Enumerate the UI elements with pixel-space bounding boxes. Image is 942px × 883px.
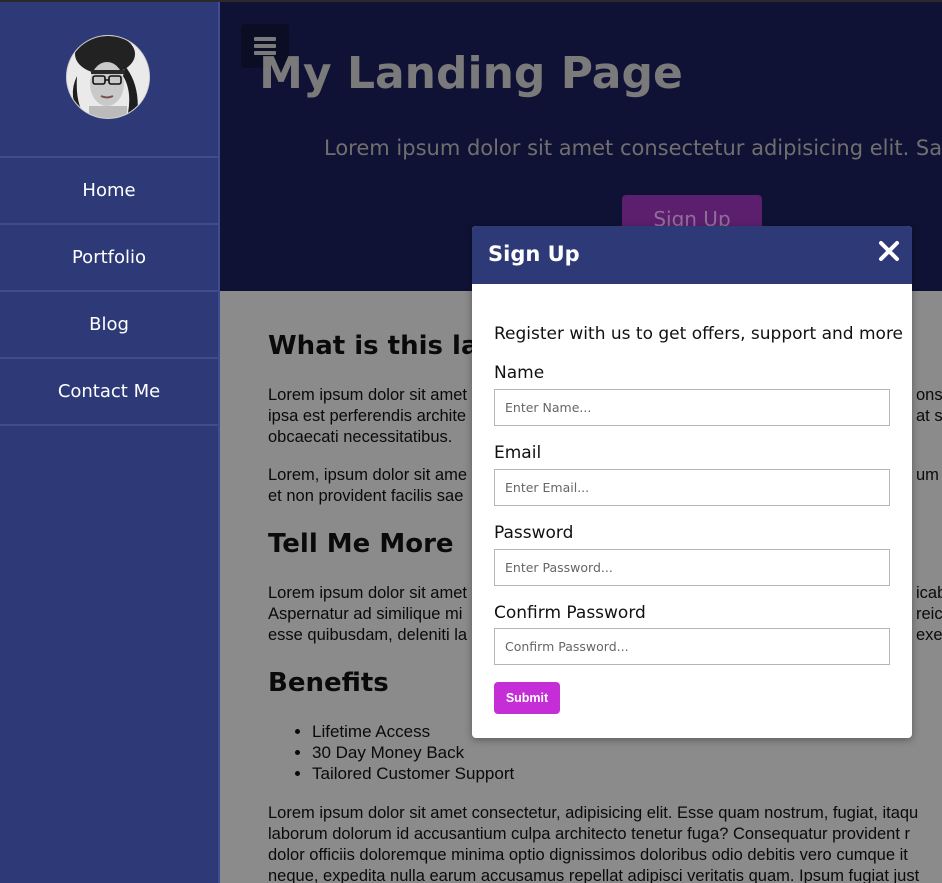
text-line: at sa: [916, 407, 942, 425]
signup-modal: Sign Up Register with us to get offers, …: [472, 226, 912, 738]
text-line: Lorem ipsum dolor sit amet: [268, 386, 467, 404]
hero-subtitle: Lorem ipsum dolor sit amet consectetur a…: [324, 136, 942, 160]
password-label: Password: [494, 523, 574, 543]
text-line: neque, expedita nulla earum accusamus re…: [268, 867, 920, 883]
text-line: ipsa est perferendis archite: [268, 407, 467, 425]
submit-button[interactable]: Submit: [494, 682, 560, 714]
section-heading-benefits: Benefits: [268, 668, 389, 698]
list-item: 30 Day Money Back: [312, 742, 514, 763]
sidebar-item-label: Portfolio: [71, 247, 147, 268]
modal-header: Sign Up: [472, 226, 912, 284]
modal-intro-text: Register with us to get offers, support …: [494, 324, 904, 344]
confirm-password-label: Confirm Password: [494, 603, 646, 623]
text-line: Aspernatur ad similique mi: [268, 605, 463, 623]
email-label: Email: [494, 443, 542, 463]
paragraph-intro-overflow: onse at sa: [916, 385, 942, 427]
text-line: um c: [916, 466, 942, 484]
page-title: My Landing Page: [259, 48, 683, 99]
text-line: Lorem ipsum dolor sit amet consectetur, …: [268, 804, 919, 822]
paragraph-third-overflow: icab reici exer: [916, 583, 942, 646]
window-top-border: [0, 0, 942, 2]
text-line: obcaecati necessitatibus.: [268, 428, 453, 446]
sidebar-item-label: Blog: [89, 314, 129, 335]
text-line: et non provident facilis sae: [268, 487, 464, 505]
close-button[interactable]: [876, 238, 902, 264]
sidebar-item-contact-me[interactable]: Contact Me: [0, 357, 218, 426]
modal-title: Sign Up: [488, 242, 580, 266]
section-heading-tell-me-more: Tell Me More: [268, 529, 454, 559]
text-line: dolor officiis doloremque minima optio d…: [268, 846, 908, 864]
text-line: icab: [916, 584, 942, 602]
name-field[interactable]: [494, 389, 890, 426]
confirm-password-field[interactable]: [494, 628, 890, 665]
text-line: reici: [916, 605, 942, 623]
text-line: exer: [916, 626, 942, 644]
list-item: Tailored Customer Support: [312, 763, 514, 784]
text-line: Lorem ipsum dolor sit amet: [268, 584, 467, 602]
sidebar-nav: Home Portfolio Blog Contact Me: [0, 156, 218, 426]
password-field[interactable]: [494, 549, 890, 586]
sidebar-item-blog[interactable]: Blog: [0, 290, 218, 357]
paragraph-second-overflow: um c: [916, 465, 942, 486]
text-line: Lorem, ipsum dolor sit ame: [268, 466, 467, 484]
text-line: laborum dolorum id accusantium culpa arc…: [268, 825, 911, 843]
sidebar-item-label: Contact Me: [57, 381, 161, 402]
text-line: esse quibusdam, deleniti la: [268, 626, 468, 644]
text-line: onse: [916, 386, 942, 404]
close-icon: [879, 241, 899, 261]
name-label: Name: [494, 363, 545, 383]
sidebar-item-home[interactable]: Home: [0, 156, 218, 223]
paragraph-fourth: Lorem ipsum dolor sit amet consectetur, …: [268, 803, 942, 883]
sidebar-item-portfolio[interactable]: Portfolio: [0, 223, 218, 290]
sidebar-item-label: Home: [82, 180, 136, 201]
sidebar: Home Portfolio Blog Contact Me: [0, 2, 220, 883]
email-field[interactable]: [494, 469, 890, 506]
